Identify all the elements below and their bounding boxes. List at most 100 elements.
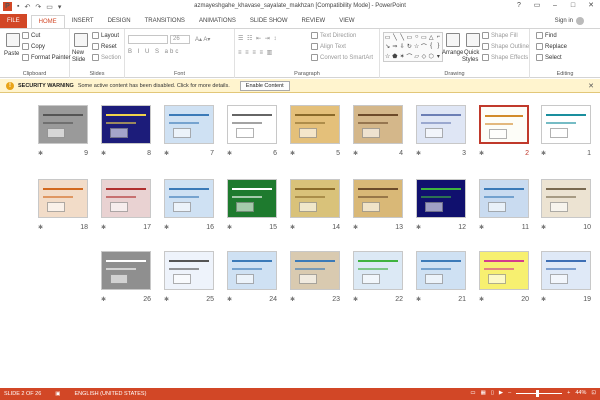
cut-button[interactable]: Cut [22,32,40,39]
new-slide-button-label2[interactable]: Slide [72,57,85,63]
normal-view-icon[interactable]: ▭ [470,390,475,396]
quick-styles-icon[interactable] [466,33,480,47]
tab-slide-show[interactable]: SLIDE SHOW [243,15,295,28]
animation-star-icon[interactable]: ✱ [101,224,106,231]
animation-star-icon[interactable]: ✱ [227,296,232,303]
sign-in-link[interactable]: Sign in [555,17,584,25]
tab-design[interactable]: DESIGN [101,15,138,28]
animation-star-icon[interactable]: ✱ [164,224,169,231]
slide-thumbnail-22[interactable] [353,251,403,290]
tab-animations[interactable]: ANIMATIONS [192,15,243,28]
format-painter-button[interactable]: Format Painter [22,54,71,61]
tab-file[interactable]: FILE [0,14,27,28]
find-button[interactable]: Find [536,32,557,39]
animation-star-icon[interactable]: ✱ [290,296,295,303]
animation-star-icon[interactable]: ✱ [541,296,546,303]
animation-star-icon[interactable]: ✱ [164,150,169,157]
tab-insert[interactable]: INSERT [65,15,101,28]
shape-effects-button[interactable]: Shape Effects [482,54,528,61]
align-text-button[interactable]: Align Text [311,43,346,50]
slide-thumbnail-11[interactable] [479,179,529,218]
slide-sorter-view-icon[interactable]: ▦ [481,390,486,396]
animation-star-icon[interactable]: ✱ [479,224,484,231]
animation-star-icon[interactable]: ✱ [541,224,546,231]
slide-thumbnail-13[interactable] [353,179,403,218]
slide-thumbnail-21[interactable] [416,251,466,290]
new-slide-icon[interactable] [74,33,88,47]
close-warning-icon[interactable]: ✕ [588,82,594,90]
slide-thumbnail-5[interactable] [290,105,340,144]
font-name-input[interactable] [128,35,168,44]
slide-thumbnail-7[interactable] [164,105,214,144]
animation-star-icon[interactable]: ✱ [38,224,43,231]
zoom-in-icon[interactable]: + [567,390,570,396]
zoom-slider-knob[interactable] [536,389,540,397]
slide-thumbnail-19[interactable] [541,251,591,290]
animation-star-icon[interactable]: ✱ [227,150,232,157]
slide-thumbnail-26[interactable] [101,251,151,290]
zoom-slider[interactable] [516,389,563,397]
animation-star-icon[interactable]: ✱ [353,296,358,303]
grow-font-icon[interactable]: A▴ A▾ [195,36,210,43]
animation-star-icon[interactable]: ✱ [416,296,421,303]
tab-home[interactable]: HOME [30,15,65,28]
slide-thumbnail-3[interactable] [416,105,466,144]
help-icon[interactable]: ? [510,0,528,12]
slide-thumbnail-10[interactable] [541,179,591,218]
tab-review[interactable]: REVIEW [295,15,333,28]
animation-star-icon[interactable]: ✱ [101,150,106,157]
animation-star-icon[interactable]: ✱ [101,296,106,303]
slide-thumbnail-2[interactable] [479,105,529,144]
shapes-gallery[interactable]: ▭ ╲ ╲ ▭ ○ ▭ △ ⌐ ↘ ⇒ ⇩ ↻ ☆ ⌒{} ☆ ⬟ ✶ ⌒ ▱ ◇ ⬡ ▾ [383,32,443,62]
maximize-icon[interactable]: □ [564,0,582,12]
animation-star-icon[interactable]: ✱ [290,224,295,231]
animation-star-icon[interactable]: ✱ [416,150,421,157]
animation-star-icon[interactable]: ✱ [227,224,232,231]
shape-outline-button[interactable]: Shape Outline [482,43,529,50]
smartart-button[interactable]: Convert to SmartArt [311,54,373,61]
slide-thumbnail-9[interactable] [38,105,88,144]
align-buttons[interactable]: ≡ ≡ ≡ ≡ ▥ [238,49,273,56]
tab-view[interactable]: VIEW [332,15,361,28]
shape-fill-button[interactable]: Shape Fill [482,32,518,39]
text-direction-button[interactable]: Text Direction [311,32,356,39]
animation-star-icon[interactable]: ✱ [479,150,484,157]
slide-thumbnail-12[interactable] [416,179,466,218]
font-style-buttons[interactable]: B I U S abc [128,49,180,55]
slide-thumbnail-6[interactable] [227,105,277,144]
layout-button[interactable]: Layout [92,32,119,39]
list-buttons[interactable]: ☰ ☷ ⇤ ⇥ ↕ [238,35,277,42]
slide-thumbnail-8[interactable] [101,105,151,144]
arrange-icon[interactable] [446,33,460,47]
animation-star-icon[interactable]: ✱ [290,150,295,157]
slide-thumbnail-15[interactable] [227,179,277,218]
zoom-level[interactable]: 44% [575,390,586,396]
animation-star-icon[interactable]: ✱ [353,150,358,157]
animation-star-icon[interactable]: ✱ [479,296,484,303]
new-slide-button[interactable]: New [72,50,84,56]
animation-star-icon[interactable]: ✱ [541,150,546,157]
minimize-icon[interactable]: – [546,0,564,12]
animation-star-icon[interactable]: ✱ [416,224,421,231]
slide-thumbnail-4[interactable] [353,105,403,144]
slide-thumbnail-16[interactable] [164,179,214,218]
slide-thumbnail-14[interactable] [290,179,340,218]
fit-slide-icon[interactable]: ⊡ [591,390,596,396]
enable-content-button[interactable]: Enable Content [239,80,290,91]
animation-star-icon[interactable]: ✱ [353,224,358,231]
quick-styles-button[interactable]: Quick [464,50,479,56]
reset-button[interactable]: Reset [92,43,117,50]
slide-thumbnail-1[interactable] [541,105,591,144]
animation-star-icon[interactable]: ✱ [164,296,169,303]
slide-thumbnail-17[interactable] [101,179,151,218]
copy-button[interactable]: Copy [22,43,45,50]
spell-check-icon[interactable]: ▣ [55,391,60,397]
replace-button[interactable]: Replace [536,43,567,50]
language-indicator[interactable]: ENGLISH (UNITED STATES) [75,391,147,397]
slide-thumbnail-24[interactable] [227,251,277,290]
slide-thumbnail-23[interactable] [290,251,340,290]
select-button[interactable]: Select [536,54,562,61]
animation-star-icon[interactable]: ✱ [38,150,43,157]
paste-button[interactable]: Paste [4,51,19,57]
close-icon[interactable]: ✕ [582,0,600,12]
